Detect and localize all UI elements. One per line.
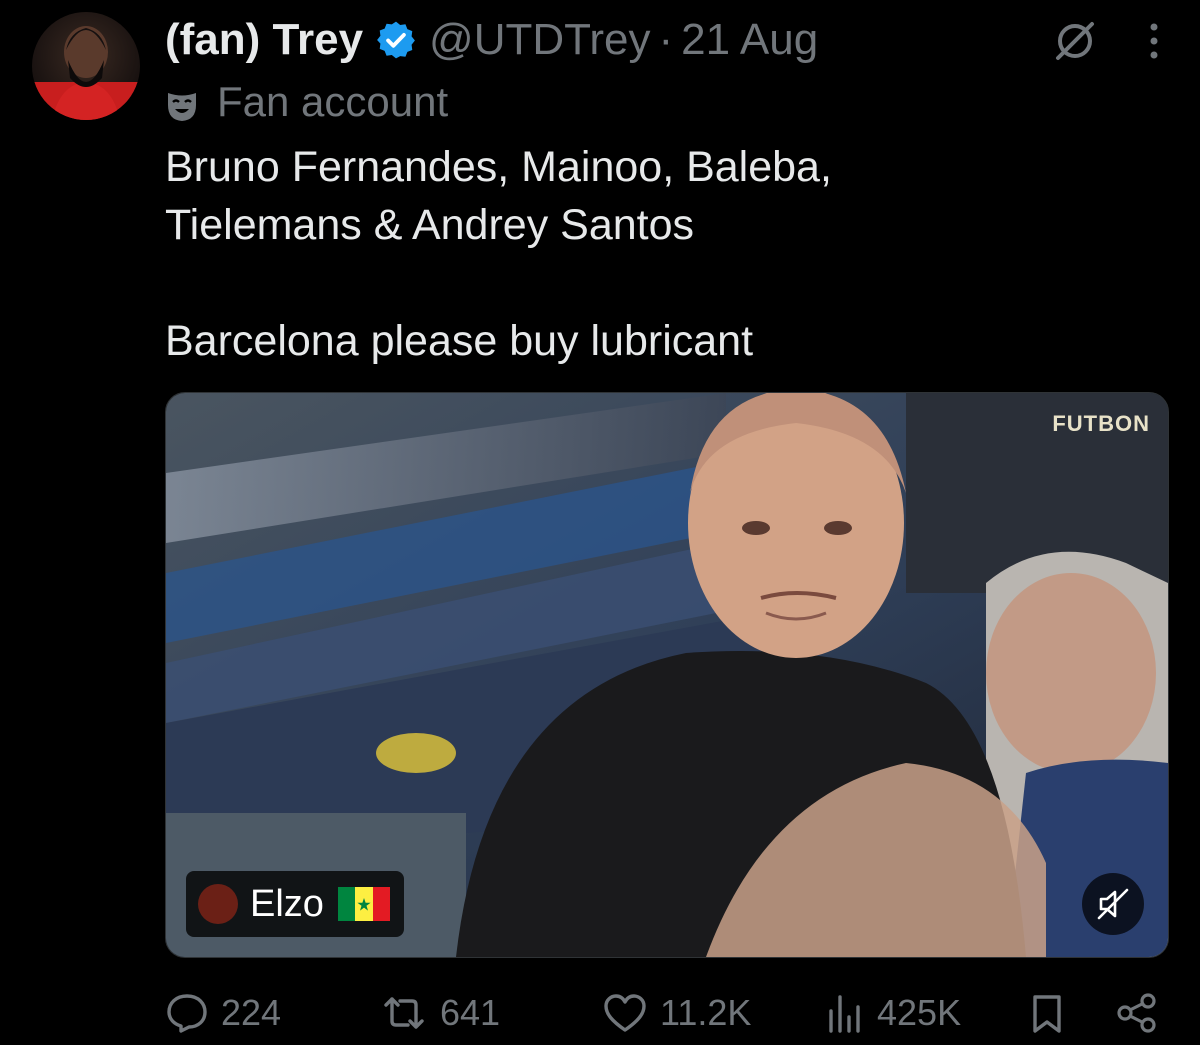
like-icon: [604, 994, 646, 1032]
author-handle[interactable]: @UTDTrey: [429, 15, 650, 65]
fan-mask-icon: [165, 85, 199, 121]
bookmark-icon: [1033, 995, 1061, 1033]
senegal-flag-icon: [337, 887, 390, 921]
mute-button[interactable]: [1082, 873, 1144, 935]
repost-count: 641: [440, 992, 501, 1033]
fan-account-text: Fan account: [217, 78, 449, 125]
timestamp[interactable]: 21 Aug: [681, 15, 818, 65]
repost-icon: [384, 997, 424, 1029]
user-tag-avatar: [198, 884, 238, 924]
share-button[interactable]: [1115, 988, 1171, 1038]
tweet-text-line: Barcelona please buy lubricant: [165, 317, 754, 365]
like-count: 11.2K: [660, 992, 752, 1033]
views-icon: [829, 995, 860, 1033]
reply-icon: [167, 994, 207, 1033]
mute-icon: [1095, 886, 1131, 922]
video-player[interactable]: FUTBON Elzo: [165, 392, 1169, 958]
tweet-header: (fan) Trey @UTDTrey · 21 Aug: [165, 12, 818, 68]
tweet[interactable]: (fan) Trey @UTDTrey · 21 Aug Fan account…: [0, 0, 1200, 1045]
video-user-tag[interactable]: Elzo: [186, 871, 404, 937]
share-icon: [1117, 993, 1156, 1033]
reply-count: 224: [221, 992, 282, 1033]
reply-button[interactable]: 224: [165, 988, 281, 1038]
tweet-text-line: Tielemans & Andrey Santos: [165, 201, 695, 249]
bookmark-button[interactable]: [1027, 988, 1079, 1038]
verified-badge-icon: [375, 19, 417, 61]
header-actions: [1052, 18, 1160, 69]
video-watermark: FUTBON: [1052, 411, 1150, 436]
fan-account-label: Fan account: [165, 78, 448, 126]
author-name[interactable]: (fan) Trey: [165, 15, 363, 65]
views-button[interactable]: 425K: [825, 988, 961, 1038]
author-avatar[interactable]: [32, 12, 140, 120]
repost-button[interactable]: 641: [380, 988, 500, 1038]
grok-icon[interactable]: [1052, 18, 1098, 69]
more-icon[interactable]: [1148, 21, 1160, 66]
views-count: 425K: [877, 992, 962, 1033]
tweet-text: Bruno Fernandes, Mainoo, Baleba, Tielema…: [165, 138, 1125, 370]
user-tag-name: Elzo: [250, 882, 324, 925]
separator-dot: ·: [658, 15, 674, 64]
tweet-text-line: Bruno Fernandes, Mainoo, Baleba,: [165, 143, 832, 191]
tweet-actions: 224 641 11.2K 425K: [165, 988, 1165, 1038]
like-button[interactable]: 11.2K: [602, 988, 751, 1038]
